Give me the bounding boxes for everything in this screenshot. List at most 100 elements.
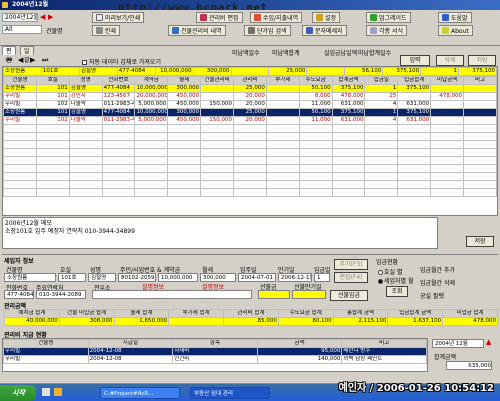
column-header[interactable]: 수도요금 <box>298 76 333 85</box>
prepay-button[interactable]: 선불입금 <box>330 290 368 301</box>
quicklaunch-icon[interactable] <box>54 388 62 396</box>
task-app[interactable]: 부동산 임대 관리 <box>190 387 270 399</box>
sms-button[interactable]: 문자메세지 <box>302 25 347 36</box>
pay-header[interactable]: 건물명 <box>3 339 89 348</box>
id-number-field[interactable]: 80102-2059858 <box>118 273 156 282</box>
deposit-field[interactable]: 10,000,000 <box>158 273 198 282</box>
mgmt-field[interactable] <box>92 290 252 299</box>
table-cell: 478,000 <box>331 92 366 101</box>
prev-record-icon[interactable]: ◀ <box>18 56 23 64</box>
prepay-field[interactable] <box>258 290 290 299</box>
pay-header[interactable]: 비고 <box>341 339 427 348</box>
memo-text[interactable]: 소장101호 입주 예정자 연락처 010-3944-34899 <box>5 228 435 236</box>
table-row[interactable]: 우리빌102나몰락011-2983-49395,000,000450,00015… <box>3 100 497 109</box>
building-filter-select[interactable]: All <box>2 25 42 34</box>
pay-day-field[interactable]: 1 <box>314 273 330 282</box>
column-header[interactable]: 비고 <box>463 76 497 85</box>
pay-row[interactable]: 우리빌 2004-12-08 자재비 95,000 베란다 방수 <box>3 347 427 356</box>
income-expense-button[interactable]: 수입/지출내역 <box>250 12 303 23</box>
column-header[interactable]: 건물관리비 <box>200 76 235 85</box>
option-by-tenant[interactable]: 세입자별 월 <box>378 276 414 285</box>
sum-value: 1,650,000 <box>113 317 170 326</box>
print-button[interactable]: 인쇄 <box>92 25 121 36</box>
payment-grid[interactable]: 건물명 지급일 항목 금액 비고 우리빌 2004-12-08 자재비 95,000 베란다 방수… <box>2 338 428 372</box>
column-header[interactable]: 부가세 <box>265 76 300 85</box>
next-arrow-icon[interactable]: ▶ <box>48 13 53 21</box>
forms-button[interactable]: 각종 서식 <box>366 25 407 36</box>
column-header[interactable]: 계약금 <box>134 76 169 85</box>
upgrade-button[interactable]: 업그레이드 <box>366 12 411 23</box>
unit-search-button[interactable]: 단가입 검색 <box>244 25 291 36</box>
expiry-date-field[interactable]: 2006-12-19 <box>278 273 312 282</box>
table-cell: 300,000 <box>167 108 202 117</box>
side-vacancy[interactable]: 공실 팔렛 <box>420 291 444 300</box>
month-field[interactable]: 2004년 12월 <box>432 339 484 348</box>
memo-box[interactable]: 2006년12월 메모 소장101호 입주 예정자 연락처 010-3944-3… <box>2 217 438 249</box>
column-header[interactable]: 성명 <box>68 76 103 85</box>
column-header[interactable]: 월세 <box>167 76 202 85</box>
column-header[interactable]: 합계금액 <box>331 76 366 85</box>
table-row[interactable]: 소장원룸 101 김철영 477-4084 10,000,000 300,000 25,00… <box>3 84 497 93</box>
settings-icon <box>316 14 323 21</box>
room-field[interactable]: 101호 <box>58 273 86 282</box>
memo-save-button[interactable]: 저장 <box>466 236 494 247</box>
empty-cell <box>233 140 267 149</box>
last-record-icon[interactable]: ⏭ <box>42 56 48 65</box>
save-button[interactable]: 저장 <box>468 55 496 66</box>
empty-cell <box>101 132 136 141</box>
about-button[interactable]: About <box>438 25 473 36</box>
column-header[interactable]: 관리비 <box>233 76 267 85</box>
tenant-name-field[interactable]: 김철영 <box>88 273 116 282</box>
radio-icon <box>378 270 383 275</box>
column-header[interactable]: 전화번호 <box>101 76 136 85</box>
tab-edit[interactable]: 편집 <box>2 46 16 64</box>
column-header[interactable]: 입금합계 <box>397 76 432 85</box>
move-in-date-field[interactable]: 2004-07-01 <box>238 273 276 282</box>
first-record-icon[interactable]: ⏮ <box>6 56 12 65</box>
prepay-month-field[interactable] <box>292 290 326 299</box>
insert-button[interactable]: 입력 <box>400 55 430 66</box>
contact-field[interactable]: 010-3944-2089 <box>36 290 86 299</box>
prev-arrow-icon[interactable]: ◀ <box>40 13 45 21</box>
pay-row[interactable]: 우리빌 2004-12-08 인건비 140,000 외벽 담장 페인트 <box>3 355 427 364</box>
help-button[interactable]: 도움말 <box>438 12 472 23</box>
next-record-icon[interactable]: ▶ <box>30 56 35 64</box>
summary-cell: 477-4084 <box>116 67 156 76</box>
table-row[interactable]: 우리빌102나몰락011-2983-49395,000,000450,00015… <box>3 116 497 125</box>
building-fees-button[interactable]: 건물관리비 내역 <box>168 25 226 36</box>
column-header[interactable]: 입금일 <box>364 76 399 85</box>
column-header[interactable]: 건물명 <box>3 76 37 85</box>
task-explorer[interactable]: C:#Project#AcR... <box>100 387 180 399</box>
option-by-room[interactable]: 호실 별 <box>378 267 402 276</box>
search-button[interactable]: 조회 <box>386 286 408 297</box>
pay-header[interactable]: 지급일 <box>87 339 174 348</box>
building-select[interactable]: 소장원룸 <box>4 273 56 282</box>
edit-fees-button[interactable]: 관리비 편집 <box>196 12 243 23</box>
start-button[interactable]: 시작 <box>0 385 36 401</box>
quicklaunch-icon[interactable] <box>42 388 50 396</box>
tab-batch-edit[interactable]: 일괄편집 <box>20 46 34 82</box>
column-header[interactable]: 호실 <box>35 76 70 85</box>
unpaid-days-label: 미납액일수 <box>232 50 260 57</box>
tenant-grid[interactable]: 소장원룸 101호 김철영 477-4084 10,000,000 300,000 25,0… <box>2 66 498 216</box>
table-row[interactable]: 소장원룸 101 김철영 477-4084 10,000,000 300,000 25,00… <box>3 108 497 117</box>
auto-copy-checkbox[interactable]: 자동 데이타 갑체로 가져오기 <box>82 57 161 66</box>
table-row[interactable]: 우리빌 101 강민자 123-4567 20,000,000 450,000 20,000… <box>3 92 497 101</box>
side-add-month[interactable]: 입금월간 추가 <box>420 265 455 274</box>
pay-header[interactable]: 금액 <box>256 339 343 348</box>
delete-button[interactable]: 삭제 <box>436 55 464 66</box>
month-spin-icon[interactable]: ▲ <box>486 338 491 346</box>
date-field[interactable]: 2004년12월 <box>2 13 38 22</box>
edit-button[interactable]: 편집(F4) <box>334 272 368 283</box>
preview-print-button[interactable]: 미리보기/인쇄 <box>92 12 145 23</box>
table-cell: 375,100 <box>331 108 366 117</box>
pay-header[interactable]: 항목 <box>172 339 258 348</box>
column-header[interactable]: 미납금액 <box>430 76 465 85</box>
empty-cell <box>3 164 37 173</box>
add-button[interactable]: 추가(F3) <box>334 259 368 270</box>
rent-field[interactable]: 300,000 <box>200 273 236 282</box>
side-del-month[interactable]: 입금월간 삭제 <box>420 278 455 287</box>
phone-field[interactable]: 477-4084 <box>4 290 34 299</box>
pay-cell: 인건비 <box>172 355 258 364</box>
settings-button[interactable]: 설정 <box>312 12 341 23</box>
